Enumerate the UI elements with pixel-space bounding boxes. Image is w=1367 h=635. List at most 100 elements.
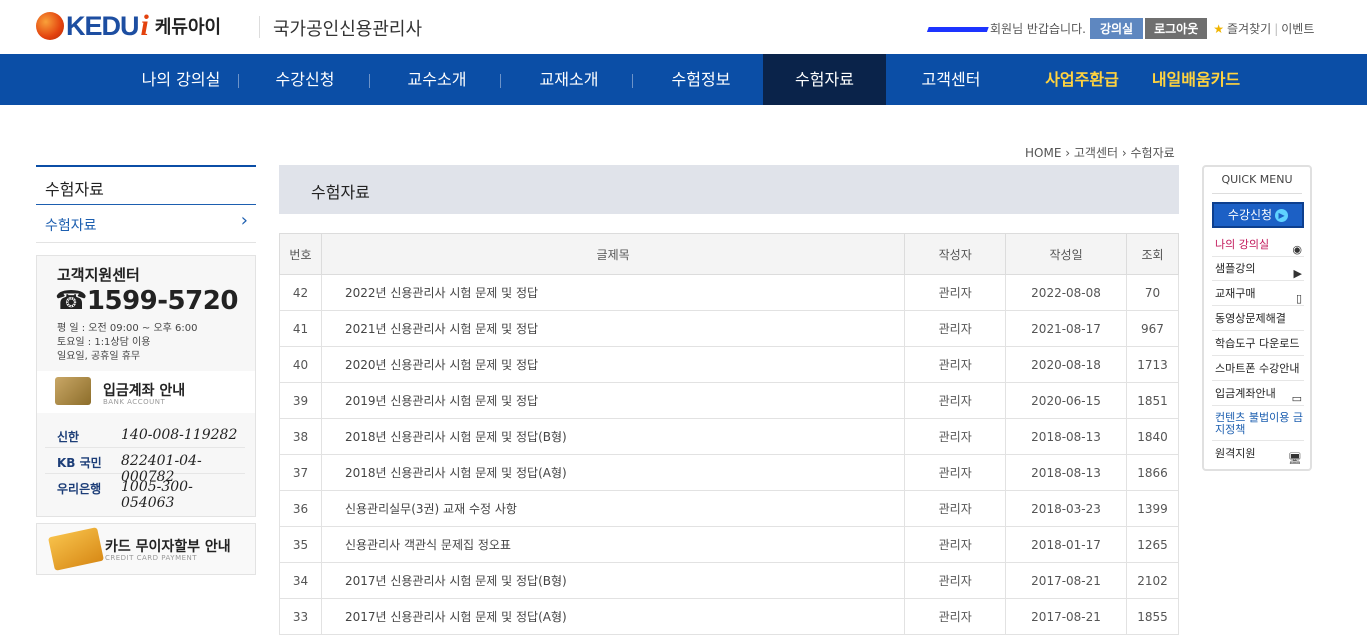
logo-divider <box>259 16 260 38</box>
row-date: 2021-08-17 <box>1005 310 1127 347</box>
quick-enroll-button[interactable]: 수강신청 ▶ <box>1212 202 1304 228</box>
logo-text: KEDU <box>66 10 140 41</box>
quick-menu-title: QUICK MENU <box>1221 173 1293 186</box>
nav-enroll[interactable]: 수강신청 <box>245 54 365 105</box>
nav-customer-center[interactable]: 고객센터 <box>888 54 1014 105</box>
quick-menu-item[interactable]: 컨텐츠 불법이용 금지정책 <box>1212 407 1304 441</box>
quick-menu-item[interactable]: 스마트폰 수강안내 <box>1212 357 1304 381</box>
page-title: 수험자료 <box>311 183 370 202</box>
nav-divider <box>238 74 239 88</box>
row-date: 2020-06-15 <box>1005 382 1127 419</box>
bank-row: 신한 140-008-119282 <box>45 424 245 448</box>
table-row[interactable]: 37 2018년 신용관리사 시험 문제 및 정답(A형) 관리자 2018-08-1… <box>279 454 1180 491</box>
table-row[interactable]: 38 2018년 신용관리사 시험 문제 및 정답(B형) 관리자 2018-08-1… <box>279 418 1180 455</box>
content-header: 수험자료 <box>279 165 1179 214</box>
event-link[interactable]: 이벤트 <box>1281 20 1314 37</box>
row-date: 2018-08-13 <box>1005 418 1127 455</box>
col-header-views: 조회 <box>1125 233 1180 275</box>
bank-name: KB 국민 <box>57 456 102 470</box>
table-row[interactable]: 41 2021년 신용관리사 시험 문제 및 정답 관리자 2021-08-17 967 <box>279 310 1180 347</box>
logout-button[interactable]: 로그아웃 <box>1145 18 1208 39</box>
row-author: 관리자 <box>904 418 1007 455</box>
bookmark-link[interactable]: 즐겨찾기 <box>1227 20 1271 37</box>
row-views: 1265 <box>1125 526 1180 563</box>
logo-i: i <box>140 9 149 42</box>
row-date: 2022-08-08 <box>1005 274 1127 311</box>
bank-subtitle: BANK ACCOUNT <box>103 398 166 406</box>
cs-hours-saturday: 토요일 : 1:1상담 이용 <box>57 337 151 348</box>
table-row[interactable]: 33 2017년 신용관리사 시험 문제 및 정답(A형) 관리자 2017-08-2… <box>279 598 1180 635</box>
row-views: 70 <box>1125 274 1180 311</box>
quick-menu-label: 스마트폰 수강안내 <box>1215 362 1300 375</box>
row-author: 관리자 <box>904 490 1007 527</box>
col-header-subject: 글제목 <box>320 233 906 275</box>
quick-menu-item[interactable]: 샘플강의 ▶ <box>1212 257 1304 281</box>
col-header-date: 작성일 <box>1005 233 1127 275</box>
row-views: 1399 <box>1125 490 1180 527</box>
table-row[interactable]: 34 2017년 신용관리사 시험 문제 및 정답(B형) 관리자 2017-08-2… <box>279 562 1180 599</box>
row-no: 34 <box>279 562 322 599</box>
row-subject[interactable]: 2019년 신용관리사 시험 문제 및 정답 <box>320 382 906 419</box>
chevron-right-icon: › <box>240 210 248 231</box>
site-subtitle: 국가공인신용관리사 <box>273 19 423 40</box>
sidebar-item-exam-materials[interactable]: 수험자료 › <box>36 205 256 243</box>
row-subject[interactable]: 2020년 신용관리사 시험 문제 및 정답 <box>320 346 906 383</box>
nav-exam-materials[interactable]: 수험자료 <box>763 54 886 105</box>
breadcrumb-home[interactable]: HOME <box>1025 146 1061 160</box>
site-logo[interactable]: KEDU i 케듀아이 <box>36 9 221 42</box>
main-nav: 나의 강의실 수강신청 교수소개 교재소개 수험정보 수험자료 고객센터 사업주… <box>0 54 1367 105</box>
breadcrumb-customer-center[interactable]: 고객센터 <box>1074 146 1118 160</box>
row-views: 1855 <box>1125 598 1180 635</box>
row-author: 관리자 <box>904 346 1007 383</box>
row-subject[interactable]: 신용관리사 객관식 문제집 정오표 <box>320 526 906 563</box>
row-author: 관리자 <box>904 274 1007 311</box>
table-row[interactable]: 39 2019년 신용관리사 시험 문제 및 정답 관리자 2020-06-15 185… <box>279 382 1180 419</box>
nav-my-classroom[interactable]: 나의 강의실 <box>125 54 237 105</box>
board-table: 번호 글제목 작성자 작성일 조회 42 2022년 신용관리사 시험 문제 및 … <box>279 233 1180 635</box>
nav-divider <box>500 74 501 88</box>
bank-name: 우리은행 <box>57 482 102 496</box>
row-subject[interactable]: 2021년 신용관리사 시험 문제 및 정답 <box>320 310 906 347</box>
row-views: 1713 <box>1125 346 1180 383</box>
quick-menu-label: 학습도구 다운로드 <box>1215 337 1300 350</box>
monitor-icon: 🖥 <box>1288 452 1302 465</box>
breadcrumb: HOME › 고객센터 › 수험자료 <box>1025 144 1175 161</box>
quick-menu-item[interactable]: 교재구매 ▯ <box>1212 282 1304 306</box>
row-author: 관리자 <box>904 562 1007 599</box>
row-subject[interactable]: 2017년 신용관리사 시험 문제 및 정답(B형) <box>320 562 906 599</box>
nav-employer-refund[interactable]: 사업주환급 <box>1026 54 1138 105</box>
row-no: 40 <box>279 346 322 383</box>
quick-menu-item[interactable]: 나의 강의실 ◉ <box>1212 233 1304 257</box>
greeting-text: 회원님 반갑습니다. <box>990 22 1086 36</box>
credit-card-icon <box>48 527 104 571</box>
nav-professors[interactable]: 교수소개 <box>378 54 496 105</box>
quick-menu-item[interactable]: 학습도구 다운로드 <box>1212 332 1304 356</box>
table-row[interactable]: 36 신용관리실무(3권) 교재 수정 사항 관리자 2018-03-23 1399 <box>279 490 1180 527</box>
table-row[interactable]: 42 2022년 신용관리사 시험 문제 및 정답 관리자 2022-08-08 70 <box>279 274 1180 311</box>
quick-menu-label: 입금계좌안내 <box>1215 387 1276 400</box>
star-icon: ★ <box>1213 21 1225 36</box>
play-icon: ▶ <box>1275 209 1289 222</box>
classroom-button[interactable]: 강의실 <box>1089 18 1144 39</box>
quick-menu-item[interactable]: 입금계좌안내 ▭ <box>1212 382 1304 406</box>
row-subject[interactable]: 신용관리실무(3권) 교재 수정 사항 <box>320 490 906 527</box>
bank-account-number: 140-008-119282 <box>121 427 238 443</box>
row-author: 관리자 <box>904 526 1007 563</box>
table-row[interactable]: 40 2020년 신용관리사 시험 문제 및 정답 관리자 2020-08-18 171… <box>279 346 1180 383</box>
nav-learning-card[interactable]: 내일배움카드 <box>1142 54 1250 105</box>
nav-exam-info[interactable]: 수험정보 <box>640 54 762 105</box>
quick-menu-label: 나의 강의실 <box>1215 238 1270 251</box>
row-subject[interactable]: 2022년 신용관리사 시험 문제 및 정답 <box>320 274 906 311</box>
row-subject[interactable]: 2018년 신용관리사 시험 문제 및 정답(B형) <box>320 418 906 455</box>
row-subject[interactable]: 2017년 신용관리사 시험 문제 및 정답(A형) <box>320 598 906 635</box>
quick-menu-item[interactable]: 원격지원 🖥 <box>1212 442 1304 466</box>
row-author: 관리자 <box>904 598 1007 635</box>
nav-textbooks[interactable]: 교재소개 <box>508 54 630 105</box>
chevron-right-icon: › <box>1065 146 1074 160</box>
quick-menu-item[interactable]: 동영상문제해결 <box>1212 307 1304 331</box>
card-installment-banner[interactable]: 카드 무이자할부 안내 CREDIT CARD PAYMENT <box>36 523 256 575</box>
table-row[interactable]: 35 신용관리사 객관식 문제집 정오표 관리자 2018-01-17 1265 <box>279 526 1180 563</box>
col-header-author: 작성자 <box>904 233 1007 275</box>
logo-ball-icon <box>36 12 64 40</box>
row-subject[interactable]: 2018년 신용관리사 시험 문제 및 정답(A형) <box>320 454 906 491</box>
